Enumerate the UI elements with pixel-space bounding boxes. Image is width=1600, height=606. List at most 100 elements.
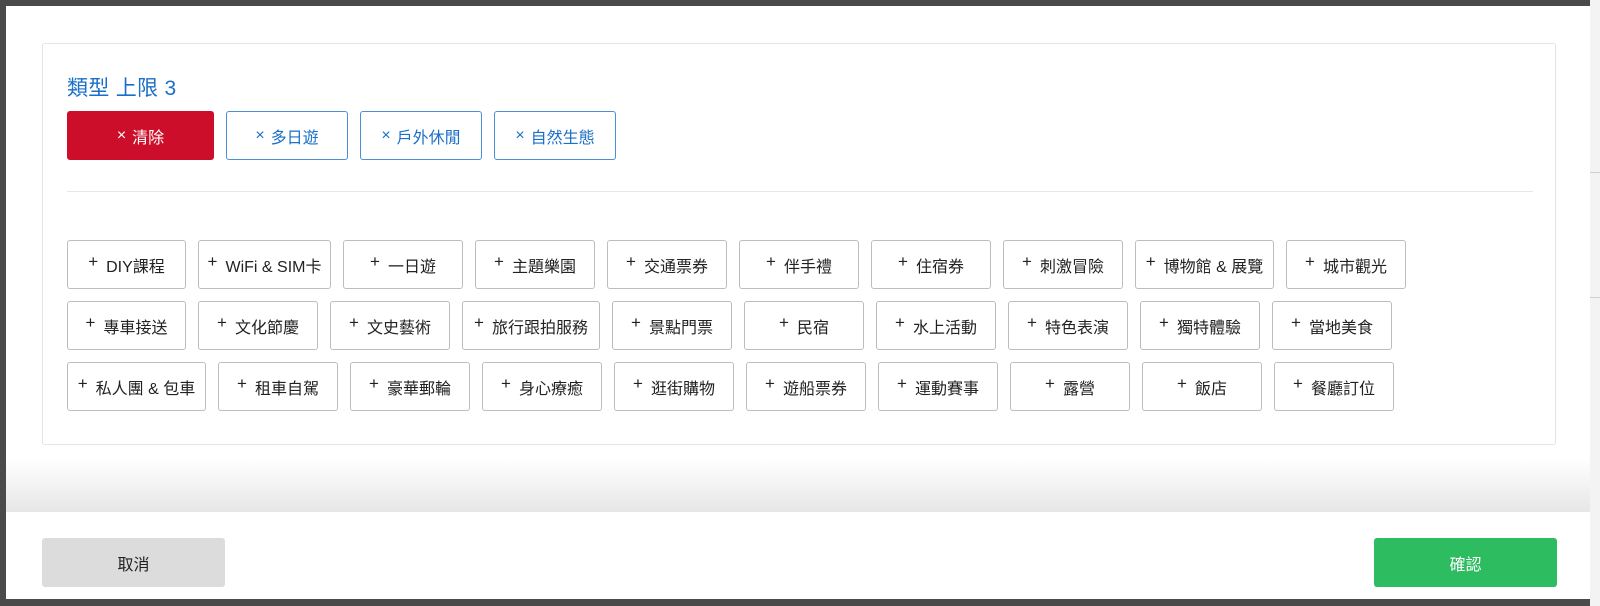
option-chip[interactable]: + 交通票券: [607, 240, 727, 289]
plus-icon: +: [633, 373, 643, 393]
option-chip[interactable]: + 身心療癒: [482, 362, 602, 411]
option-label: 水上活動: [912, 319, 977, 337]
option-label: 主題樂園: [511, 258, 576, 276]
plus-icon: +: [349, 312, 359, 332]
option-chip[interactable]: + 景點門票: [612, 301, 732, 350]
option-label: 博物館 & 展覽: [1163, 258, 1264, 276]
option-label: 景點門票: [648, 319, 713, 337]
option-label: 住宿券: [915, 258, 964, 276]
option-chip[interactable]: + 餐廳訂位: [1274, 362, 1394, 411]
option-chip[interactable]: + 文史藝術: [330, 301, 450, 350]
option-chip[interactable]: + 城市觀光: [1286, 240, 1406, 289]
option-chip[interactable]: + 伴手禮: [739, 240, 859, 289]
option-chip[interactable]: + 豪華郵輪: [350, 362, 470, 411]
plus-icon: +: [1177, 373, 1187, 393]
option-chip[interactable]: + 刺激冒險: [1003, 240, 1123, 289]
clear-label: 清除: [132, 129, 165, 147]
plus-icon: +: [237, 373, 247, 393]
option-label: 城市觀光: [1322, 258, 1387, 276]
option-chip[interactable]: + 私人團 & 包車: [67, 362, 206, 411]
option-chip[interactable]: + 住宿券: [871, 240, 991, 289]
selected-chip-nature[interactable]: × 自然生態: [494, 111, 616, 160]
option-chip[interactable]: + 飯店: [1142, 362, 1262, 411]
option-label: 身心療癒: [518, 380, 583, 398]
divider: [67, 191, 1533, 192]
option-chip[interactable]: + 水上活動: [876, 301, 996, 350]
option-label: 飯店: [1194, 380, 1227, 398]
selected-chip-outdoor[interactable]: × 戶外休閒: [360, 111, 482, 160]
option-chip[interactable]: + DIY課程: [67, 240, 186, 289]
option-label: 一日遊: [387, 258, 436, 276]
option-label: DIY課程: [106, 258, 165, 276]
plus-icon: +: [88, 251, 99, 271]
option-chip[interactable]: + 文化節慶: [198, 301, 318, 350]
chip-label: 戶外休閒: [396, 129, 461, 147]
selected-categories: × 清除 × 多日遊 × 戶外休閒 × 自然生態: [67, 111, 628, 160]
option-chip[interactable]: + 民宿: [744, 301, 864, 350]
option-label: 租車自駕: [254, 380, 319, 398]
filter-modal: 類型 上限 3 × 清除 × 多日遊 × 戶外休閒 × 自然生態 + DIY課程: [6, 6, 1590, 599]
option-label: 特色表演: [1044, 319, 1109, 337]
background-panel: [1590, 0, 1600, 606]
option-chip[interactable]: + 露營: [1010, 362, 1130, 411]
option-label: 伴手禮: [783, 258, 832, 276]
background-divider: [1590, 172, 1600, 173]
category-filter-card: 類型 上限 3 × 清除 × 多日遊 × 戶外休閒 × 自然生態 + DIY課程: [42, 43, 1556, 445]
option-chip[interactable]: + 特色表演: [1008, 301, 1128, 350]
plus-icon: +: [474, 312, 484, 332]
option-label: 豪華郵輪: [386, 380, 451, 398]
chip-label: 多日遊: [270, 129, 319, 147]
option-label: 專車接送: [103, 319, 168, 337]
option-chip[interactable]: + 遊船票券: [746, 362, 866, 411]
option-chip[interactable]: + 主題樂園: [475, 240, 595, 289]
option-label: 獨特體驗: [1176, 319, 1241, 337]
option-row: + 私人團 & 包車 + 租車自駕 + 豪華郵輪 + 身心療癒 + 逛街購物 + 遊船票券 …: [67, 362, 1533, 411]
plus-icon: +: [77, 373, 88, 393]
option-chip[interactable]: + 租車自駕: [218, 362, 338, 411]
category-limit-title: 類型 上限 3: [67, 77, 177, 100]
option-label: 刺激冒險: [1039, 258, 1104, 276]
option-chip[interactable]: + 運動賽事: [878, 362, 998, 411]
selected-chip-multi-day-tour[interactable]: × 多日遊: [226, 111, 348, 160]
plus-icon: +: [1293, 373, 1303, 393]
plus-icon: +: [494, 251, 504, 271]
close-icon: ×: [381, 126, 391, 144]
plus-icon: +: [626, 251, 636, 271]
option-chip[interactable]: + 一日遊: [343, 240, 463, 289]
plus-icon: +: [1145, 251, 1156, 271]
option-row: + 專車接送 + 文化節慶 + 文史藝術 + 旅行跟拍服務 + 景點門票 + 民宿 + 水上活…: [67, 301, 1533, 350]
option-label: 文史藝術: [366, 319, 431, 337]
option-label: 民宿: [796, 319, 829, 337]
option-chip[interactable]: + 獨特體驗: [1140, 301, 1260, 350]
close-icon: ×: [116, 126, 127, 144]
scroll-shadow: [6, 458, 1590, 518]
plus-icon: +: [1027, 312, 1037, 332]
chip-label: 自然生態: [530, 129, 595, 147]
plus-icon: +: [217, 312, 227, 332]
category-options: + DIY課程 + WiFi & SIM卡 + 一日遊 + 主題樂園 + 交通票券 + 伴手…: [67, 240, 1533, 423]
option-chip[interactable]: + 逛街購物: [614, 362, 734, 411]
background-divider: [1590, 297, 1600, 298]
option-chip[interactable]: + WiFi & SIM卡: [198, 240, 331, 289]
option-chip[interactable]: + 當地美食: [1272, 301, 1392, 350]
close-icon: ×: [515, 126, 525, 144]
option-row: + DIY課程 + WiFi & SIM卡 + 一日遊 + 主題樂園 + 交通票券 + 伴手…: [67, 240, 1533, 289]
plus-icon: +: [501, 373, 511, 393]
plus-icon: +: [779, 312, 789, 332]
plus-icon: +: [1045, 373, 1055, 393]
plus-icon: +: [895, 312, 905, 332]
plus-icon: +: [1291, 312, 1301, 332]
confirm-button[interactable]: 確認: [1374, 538, 1557, 587]
option-chip[interactable]: + 博物館 & 展覽: [1135, 240, 1274, 289]
modal-footer: 取消 確認: [6, 512, 1590, 599]
plus-icon: +: [369, 373, 379, 393]
plus-icon: +: [631, 312, 641, 332]
cancel-button[interactable]: 取消: [42, 538, 225, 587]
clear-button[interactable]: × 清除: [67, 111, 214, 160]
option-label: 遊船票券: [782, 380, 847, 398]
plus-icon: +: [1305, 251, 1315, 271]
option-chip[interactable]: + 旅行跟拍服務: [462, 301, 600, 350]
plus-icon: +: [897, 373, 907, 393]
plus-icon: +: [1022, 251, 1032, 271]
option-chip[interactable]: + 專車接送: [67, 301, 186, 350]
